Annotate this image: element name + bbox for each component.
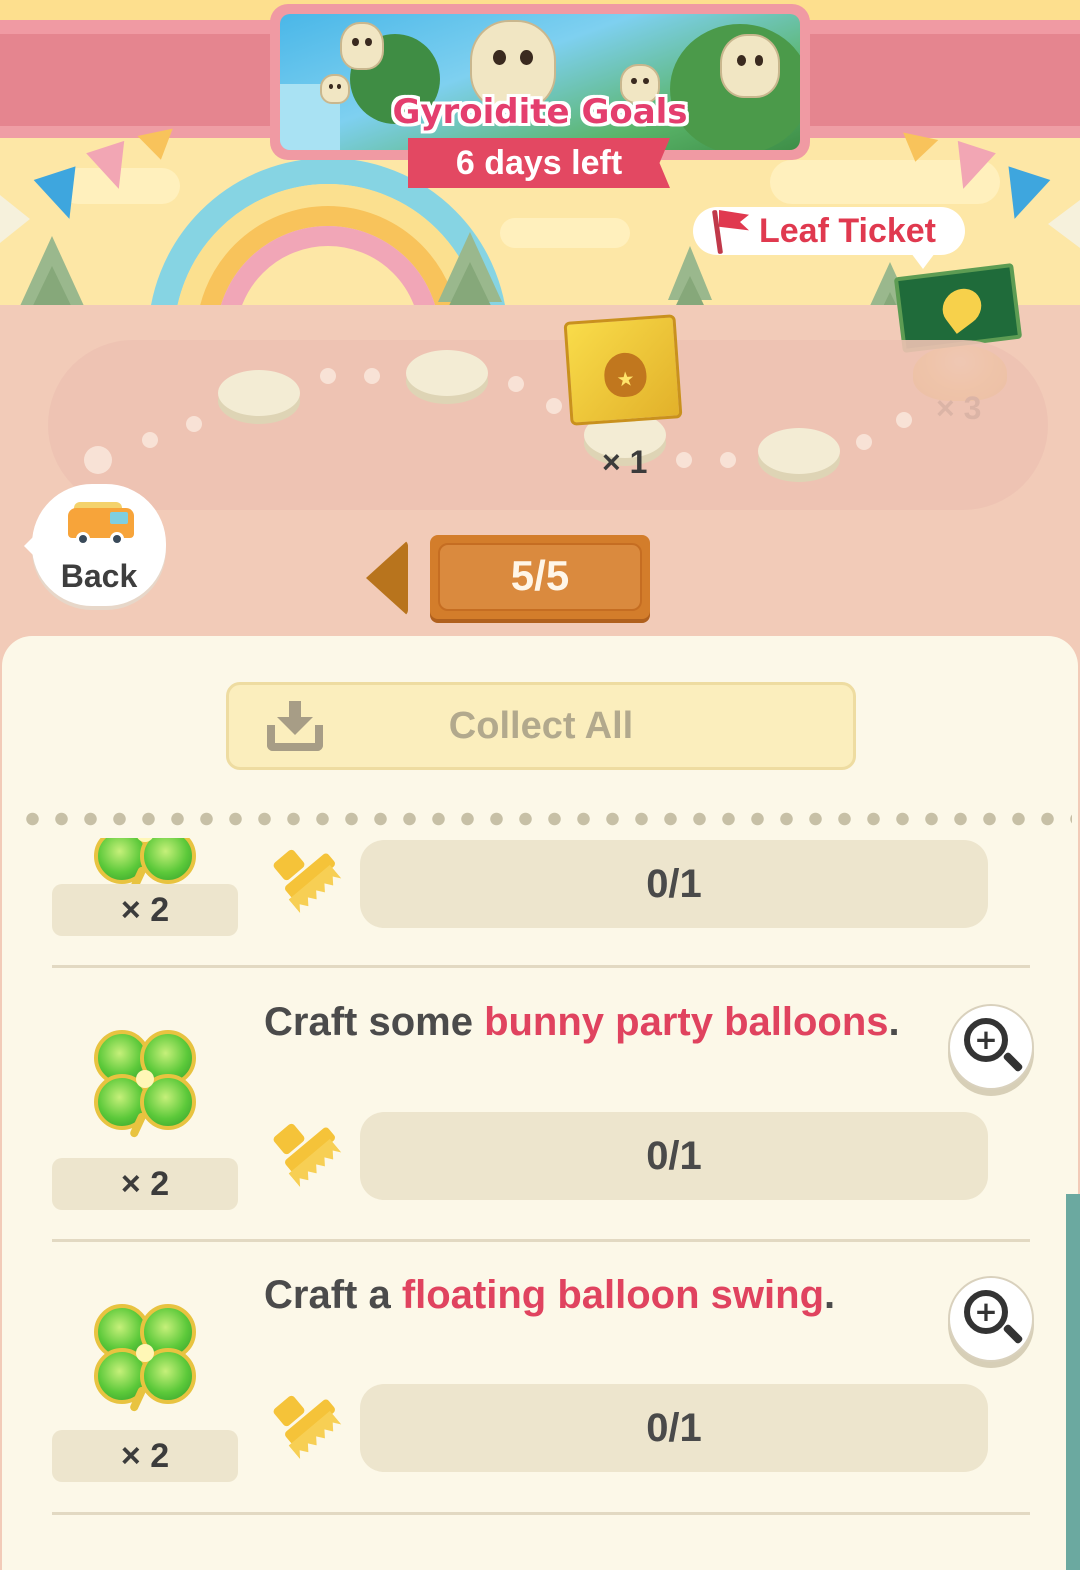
path-dot	[896, 412, 912, 428]
reward-bubble: Leaf Ticket	[693, 207, 965, 269]
bunting-flag	[1048, 200, 1080, 248]
reward-quantity: × 2	[52, 1430, 238, 1482]
task-description: Craft some bunny party balloons.	[264, 1000, 900, 1045]
previous-page-arrow[interactable]	[366, 540, 408, 616]
event-title: Gyroidite Goals	[392, 92, 688, 132]
gyroid-figure	[720, 34, 780, 98]
dotted-divider	[18, 812, 1072, 826]
back-button[interactable]: Back	[24, 484, 166, 606]
four-leaf-clover-icon	[90, 1294, 200, 1414]
gyroid-figure	[340, 22, 384, 70]
board-tile	[218, 370, 300, 416]
bunting-flag	[137, 128, 179, 164]
tree	[20, 236, 84, 305]
map-quantity: × 1	[602, 444, 648, 480]
task-progress: 0/1	[360, 1384, 988, 1472]
row-divider	[52, 1239, 1030, 1242]
path-dot	[856, 434, 872, 450]
page-indicator-text: 5/5	[438, 543, 642, 611]
crafting-tools-icon	[271, 1394, 344, 1466]
task-description: Craft a floating balloon swing.	[264, 1273, 835, 1318]
path-dot	[142, 432, 158, 448]
task-text-end: .	[888, 1000, 900, 1044]
task-item-highlight: bunny party balloons	[484, 1000, 889, 1044]
scrollbar[interactable]	[1066, 1194, 1080, 1570]
bunting-flag	[993, 166, 1051, 226]
page-indicator: 5/5	[430, 535, 650, 619]
reward-quantity: × 2	[52, 884, 238, 936]
board-tile	[406, 350, 488, 396]
path-dot	[720, 452, 736, 468]
zoom-button[interactable]: +	[948, 1276, 1034, 1362]
board-tile	[758, 428, 840, 474]
event-banner	[270, 4, 810, 160]
flag-icon	[709, 208, 749, 255]
task-item-highlight: floating balloon swing	[401, 1273, 824, 1317]
path-dot	[84, 446, 112, 474]
four-leaf-clover-icon	[90, 1020, 200, 1140]
path-dot	[508, 376, 524, 392]
row-divider	[52, 1512, 1030, 1515]
back-label: Back	[60, 558, 138, 594]
camper-icon	[68, 502, 134, 546]
zoom-button[interactable]: +	[948, 1004, 1034, 1090]
task-text-end: .	[824, 1273, 836, 1317]
goals-panel: Collect All × 2 0/1 × 2 Craft some bunny…	[2, 636, 1078, 1570]
path-dot	[320, 368, 336, 384]
four-leaf-clover-icon	[90, 838, 200, 894]
path-dot	[364, 368, 380, 384]
collect-all-button[interactable]: Collect All	[226, 682, 856, 770]
task-text: Craft some	[264, 1000, 485, 1044]
path-dot	[186, 416, 202, 432]
crafting-tools-icon	[271, 848, 344, 920]
tree	[666, 246, 714, 305]
path-dot	[676, 452, 692, 468]
path-dot	[546, 398, 562, 414]
download-icon	[267, 699, 323, 755]
task-progress: 0/1	[360, 840, 988, 928]
cloud	[500, 218, 630, 248]
row-divider	[52, 965, 1030, 968]
tree	[438, 232, 502, 305]
reward-quantity: × 2	[52, 1158, 238, 1210]
task-progress: 0/1	[360, 1112, 988, 1200]
magnifier-plus-icon: +	[964, 1290, 1024, 1350]
magnifier-plus-icon: +	[964, 1018, 1024, 1078]
crafting-tools-icon	[271, 1122, 344, 1194]
task-text: Craft a	[264, 1273, 402, 1317]
reward-label: Leaf Ticket	[759, 211, 937, 250]
treasure-map-icon[interactable]: ★	[563, 314, 683, 426]
days-left-ribbon: 6 days left	[408, 138, 670, 188]
